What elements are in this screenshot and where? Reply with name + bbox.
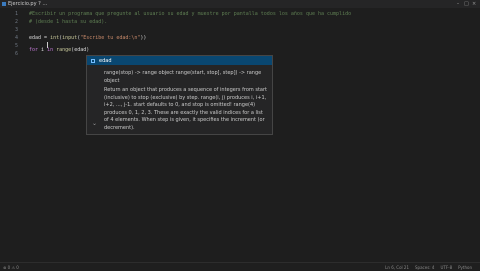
token-variable: edad <box>74 47 87 53</box>
token-variable: edad <box>29 35 42 41</box>
status-bar: ⊗ 0 ⚠ 0 Ln 6, Col 21 Spaces: 4 UTF-8 Pyt… <box>0 262 480 270</box>
line-number: 6 <box>14 51 18 57</box>
function-docstring: Return an object that produces a sequenc… <box>104 87 267 131</box>
encoding-setting[interactable]: UTF-8 <box>440 265 452 270</box>
code-line-6[interactable]: for i in range(edad) <box>29 46 89 54</box>
token-operator: = <box>41 35 51 41</box>
function-signature: range(stop) -> range object range(start,… <box>104 70 262 84</box>
chevron-down-icon[interactable]: ⌄ <box>92 120 97 127</box>
token-function: input <box>62 35 78 41</box>
language-mode[interactable]: Python <box>458 265 472 270</box>
token-keyword: for <box>29 47 39 53</box>
suggestion-item[interactable]: edad <box>87 56 272 65</box>
token-paren: ) <box>86 47 90 53</box>
line-number: 5 <box>14 43 18 49</box>
line-number: 3 <box>14 27 18 33</box>
problems-indicator[interactable]: ⊗ 0 ⚠ 0 <box>3 265 19 270</box>
minimize-icon[interactable]: – <box>456 1 460 7</box>
tab-bar: Ejercicio.py ? … – □ × <box>0 0 480 8</box>
close-icon[interactable]: × <box>472 1 476 7</box>
token-string: "Escribe tu edad:\n" <box>80 35 141 41</box>
vertical-scrollbar[interactable] <box>474 10 480 260</box>
line-number: 4 <box>14 35 18 41</box>
code-line-1[interactable]: #Escribir un programa que pregunte al us… <box>29 10 351 18</box>
window-controls: – □ × <box>456 0 476 8</box>
token-paren: )) <box>140 35 147 41</box>
autocomplete-tooltip[interactable]: edad range(stop) -> range object range(s… <box>86 55 273 135</box>
suggestion-label: edad <box>99 57 112 64</box>
code-line-4[interactable]: edad = int(input("Escribe tu edad:\n")) <box>29 34 146 42</box>
line-number: 1 <box>14 11 18 17</box>
code-editor[interactable]: Ejercicio.py ? … – □ × 1 2 3 4 5 6 #Escr… <box>0 0 480 270</box>
token-variable: i <box>38 47 48 53</box>
token-function: range <box>56 47 72 53</box>
code-line-2[interactable]: # (desde 1 hasta su edad). <box>29 18 107 26</box>
tab-ejercicio[interactable]: Ejercicio.py ? … <box>2 0 47 8</box>
line-number: 2 <box>14 19 18 25</box>
maximize-icon[interactable]: □ <box>464 1 469 7</box>
python-file-icon <box>2 2 6 6</box>
tab-title: Ejercicio.py ? … <box>8 1 48 7</box>
method-icon <box>91 58 95 63</box>
cursor-position[interactable]: Ln 6, Col 21 <box>385 265 409 270</box>
token-function: int <box>50 35 60 41</box>
indentation-setting[interactable]: Spaces: 4 <box>415 265 434 270</box>
